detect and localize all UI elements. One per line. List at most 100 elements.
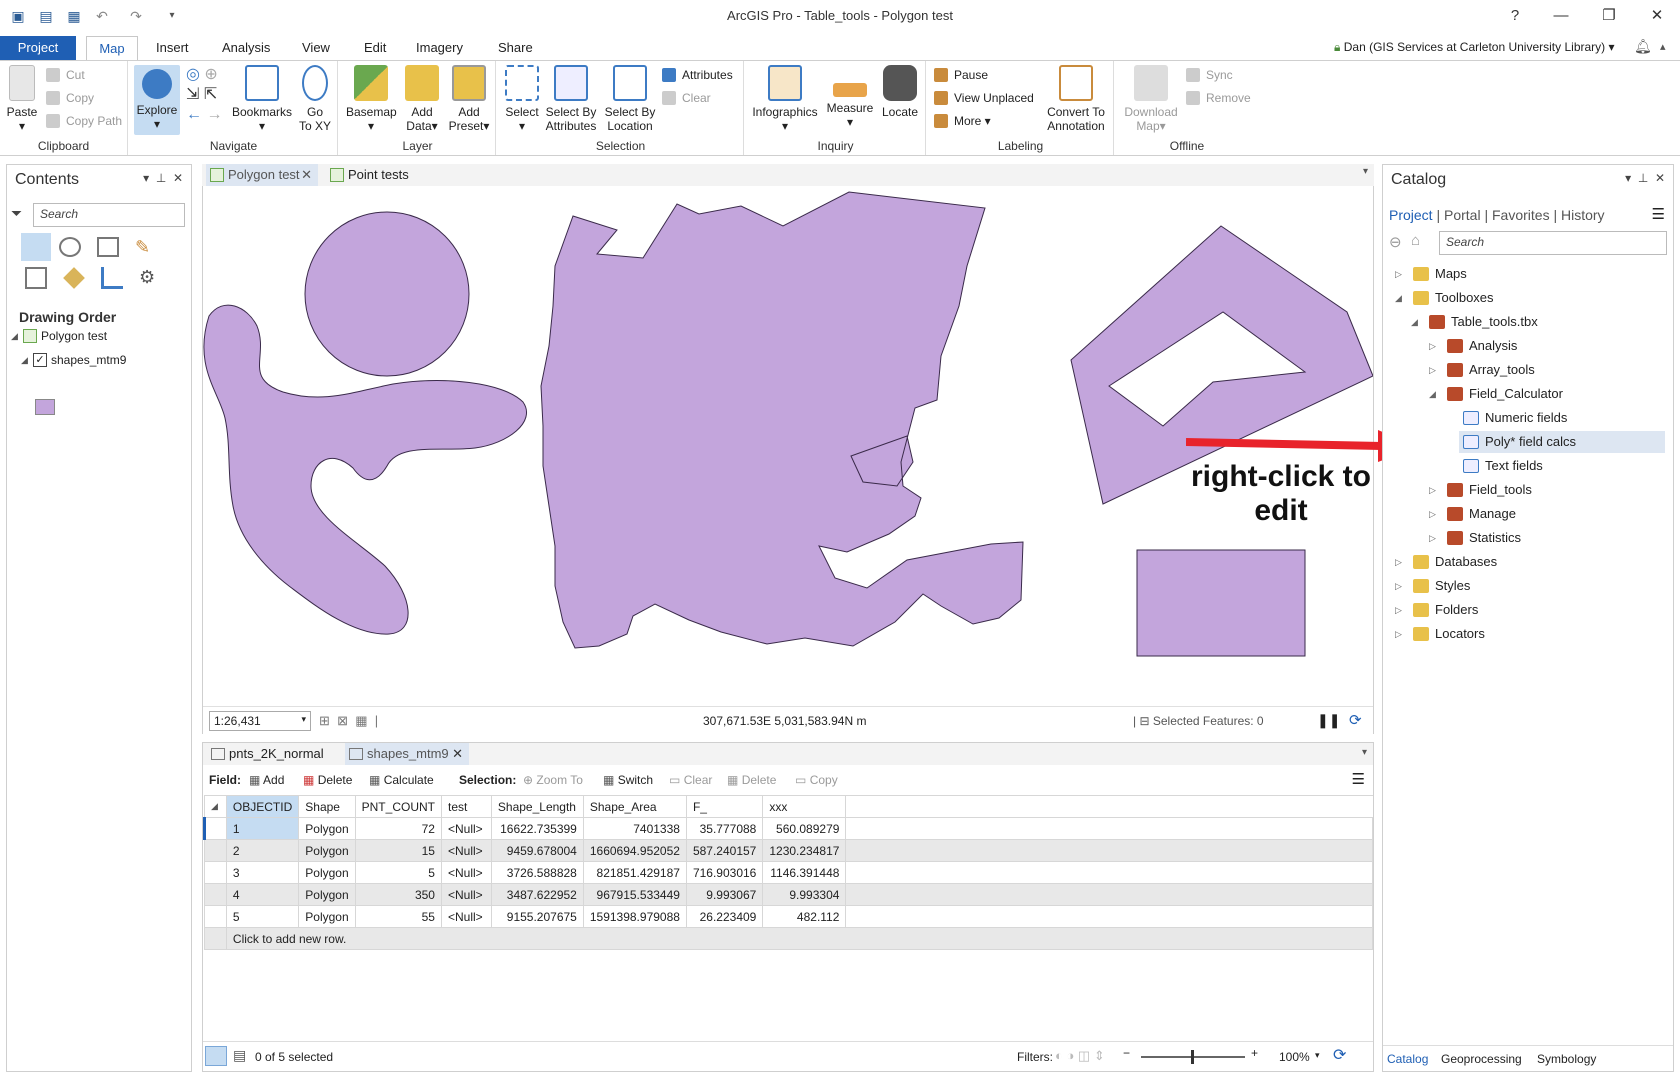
contents-search-input[interactable]: Search — [33, 203, 185, 227]
table-cell[interactable]: 55 — [354, 905, 442, 928]
tree-numeric-fields[interactable]: Numeric fields — [1463, 407, 1567, 429]
column-header[interactable]: Shape — [298, 795, 356, 818]
tree-locators[interactable]: ▷ Locators — [1395, 623, 1485, 645]
minimize-button[interactable]: — — [1550, 6, 1572, 26]
table-cell[interactable]: 26.223409 — [685, 905, 764, 928]
help-button[interactable]: ? — [1504, 6, 1526, 26]
catalog-tab-portal[interactable]: Portal — [1444, 207, 1481, 223]
pause-labeling-button[interactable]: Pause — [934, 65, 988, 85]
back-nav-icon[interactable]: ⊖ — [1389, 233, 1402, 251]
fixed-zoom-icon[interactable]: ⊕ — [204, 66, 217, 83]
tree-databases[interactable]: ▷ Databases — [1395, 551, 1497, 573]
tree-statistics[interactable]: ▷ Statistics — [1429, 527, 1521, 549]
table-cell[interactable]: <Null> — [440, 861, 492, 884]
table-cell[interactable]: 35.777088 — [685, 817, 764, 840]
table-zoom-slider[interactable] — [1141, 1050, 1245, 1064]
view-unplaced-button[interactable]: View Unplaced — [934, 88, 1034, 108]
column-header[interactable]: Shape_Length — [490, 795, 584, 818]
nav-tools[interactable]: ◎ ⊕ ⇲ ⇱ ← → — [186, 65, 232, 125]
table-cell[interactable]: 16622.735399 — [490, 817, 584, 840]
list-by-perspective-icon[interactable]: ⚙ — [139, 267, 161, 289]
select-by-attributes-button[interactable]: Select By Attributes — [542, 65, 600, 133]
tab-insert[interactable]: Insert — [146, 36, 199, 60]
close-tab-icon[interactable]: ✕ — [301, 164, 312, 186]
table-zoom-value[interactable]: 100% — [1279, 1050, 1310, 1064]
list-by-labeling-icon[interactable] — [63, 267, 85, 289]
tree-styles[interactable]: ▷ Styles — [1395, 575, 1470, 597]
tree-manage[interactable]: ▷ Manage — [1429, 503, 1516, 525]
table-cell[interactable]: 72 — [354, 817, 442, 840]
table-tab-list-icon[interactable]: ▾ — [1362, 747, 1367, 758]
map-status-tools[interactable]: ⊞ ⊠ ▦ | — [319, 713, 378, 729]
table-row[interactable]: 4 Polygon 350 <Null> 3487.622952 967915.53344… — [204, 883, 1373, 906]
catalog-tab-history[interactable]: History — [1561, 207, 1605, 223]
copy-rows-button[interactable]: ▭ Copy — [795, 773, 838, 787]
table-cell[interactable]: 4 — [225, 883, 300, 906]
tab-polygon-test[interactable]: Polygon test ✕ — [206, 164, 318, 186]
table-refresh-icon[interactable]: ⟳ — [1333, 1045, 1346, 1065]
table-cell[interactable]: 560.089279 — [762, 817, 847, 840]
tab-project[interactable]: Project — [0, 36, 76, 60]
zoom-dropdown-chevron-icon[interactable]: ▾ — [1315, 1050, 1320, 1061]
table-cell[interactable]: Polygon — [298, 905, 356, 928]
tree-field-tools[interactable]: ▷ Field_tools — [1429, 479, 1532, 501]
table-row[interactable]: 1 Polygon 72 <Null> 16622.735399 7401338 35.77… — [203, 817, 1373, 840]
restore-button[interactable]: ❐ — [1598, 6, 1620, 26]
table-cell[interactable]: <Null> — [440, 817, 492, 840]
row-selector[interactable] — [204, 883, 227, 906]
add-preset-button[interactable]: Add Preset▾ — [446, 65, 492, 133]
go-to-xy-button[interactable]: Go To XY — [296, 65, 334, 133]
table-cell[interactable]: 482.112 — [762, 905, 847, 928]
select-by-location-button[interactable]: Select By Location — [602, 65, 658, 133]
polygon-circle[interactable] — [304, 211, 470, 377]
tree-array-tools[interactable]: ▷ Array_tools — [1429, 359, 1535, 381]
select-button[interactable]: Select ▾ — [502, 65, 542, 133]
layer-visibility-checkbox[interactable]: ✓ — [33, 353, 47, 367]
layer-symbol-swatch[interactable] — [35, 399, 55, 415]
tab-shapes-mtm9[interactable]: shapes_mtm9 ✕ — [345, 743, 469, 765]
column-header[interactable]: xxx — [762, 795, 847, 818]
clear-table-selection-button[interactable]: ▭ Clear — [669, 773, 712, 787]
column-header[interactable]: F_ — [685, 795, 764, 818]
list-by-snapping-icon[interactable] — [25, 267, 47, 289]
user-account[interactable]: 🔒︎ Dan (GIS Services at Carleton Univers… — [1334, 40, 1615, 55]
close-button[interactable]: ✕ — [1646, 6, 1668, 26]
row-selector[interactable] — [203, 817, 227, 840]
tab-analysis[interactable]: Analysis — [212, 36, 280, 60]
back-icon[interactable]: ← — [186, 106, 202, 123]
tab-map[interactable]: Map — [86, 36, 138, 60]
paste-button[interactable]: Paste ▾ — [4, 65, 40, 133]
table-cell[interactable]: 1 — [225, 817, 300, 840]
notification-bell-icon[interactable]: 🔔︎ — [1634, 38, 1652, 55]
table-cell[interactable]: 1660694.952052 — [582, 839, 687, 862]
contents-layer-name[interactable]: shapes_mtm9 — [51, 353, 126, 367]
show-selected-records-icon[interactable]: ▤ — [233, 1047, 246, 1064]
show-all-records-icon[interactable] — [205, 1046, 227, 1066]
polygon-large[interactable] — [540, 191, 1024, 649]
table-cell[interactable]: 587.240157 — [685, 839, 764, 862]
contents-pane-controls[interactable]: ▾ ⊥ ✕ — [143, 171, 183, 185]
table-cell[interactable]: 3 — [225, 861, 300, 884]
full-extent-icon[interactable]: ◎ — [186, 66, 200, 83]
table-row[interactable]: 2 Polygon 15 <Null> 9459.678004 1660694.95205… — [204, 839, 1373, 862]
tree-table-tools-tbx[interactable]: ◢ Table_tools.tbx — [1411, 311, 1538, 333]
remove-button[interactable]: Remove — [1186, 88, 1251, 108]
table-menu-icon[interactable]: ☰ — [1352, 770, 1365, 788]
zoom-to-button[interactable]: ⊕ Zoom To — [523, 773, 583, 787]
table-cell[interactable]: <Null> — [440, 839, 492, 862]
table-cell[interactable]: Polygon — [298, 861, 356, 884]
bottom-tab-symbology[interactable]: Symbology — [1537, 1052, 1596, 1066]
tab-imagery[interactable]: Imagery — [406, 36, 473, 60]
catalog-pane-controls[interactable]: ▾ ⊥ ✕ — [1625, 171, 1665, 185]
tree-text-fields[interactable]: Text fields — [1463, 455, 1543, 477]
table-cell[interactable]: Polygon — [298, 817, 356, 840]
tab-pnts-2k-normal[interactable]: pnts_2K_normal — [207, 743, 331, 765]
layer-collapse-caret[interactable]: ◢ — [21, 355, 28, 366]
table-cell[interactable]: 9459.678004 — [490, 839, 584, 862]
add-row-label[interactable]: Click to add new row. — [225, 927, 1374, 950]
selected-features-count[interactable]: | ⊟ Selected Features: 0 — [1133, 714, 1264, 728]
catalog-tab-favorites[interactable]: Favorites — [1492, 207, 1550, 223]
convert-to-annotation-button[interactable]: Convert To Annotation — [1040, 65, 1112, 133]
more-labeling-button[interactable]: More ▾ — [934, 111, 991, 131]
table-row[interactable]: 3 Polygon 5 <Null> 3726.588828 821851.429187 7… — [204, 861, 1373, 884]
